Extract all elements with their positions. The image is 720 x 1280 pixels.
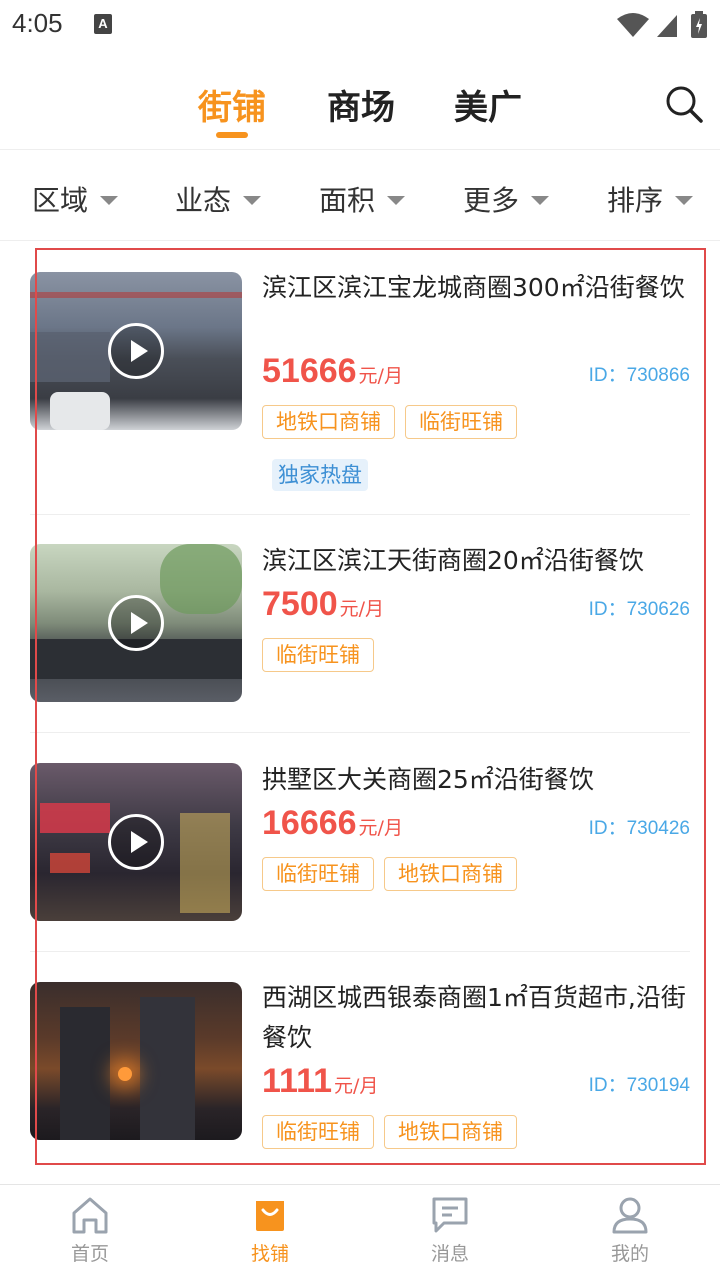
price-value: 7500 (262, 585, 338, 623)
listing-title: 拱墅区大关商圈25㎡沿街餐饮 (262, 765, 594, 794)
listing-title: 滨江区滨江宝龙城商圈300㎡沿街餐饮 (262, 273, 685, 302)
listing-card[interactable]: 滨江区滨江天街商圈20㎡沿街餐饮 7500 元/月 ID：730626 临街旺铺 (30, 544, 690, 733)
listing-card[interactable]: 滨江区滨江宝龙城商圈300㎡沿街餐饮 51666 元/月 ID：730866 地铁… (30, 272, 690, 515)
notification-icon: A (94, 14, 112, 34)
shop-bag-icon (256, 1201, 284, 1231)
bottom-nav: 首页 找铺 消息 我的 (0, 1184, 720, 1280)
signal-icon (657, 15, 677, 37)
nav-home-label: 首页 (70, 1243, 109, 1265)
profile-icon (612, 1197, 648, 1234)
listing-tags: 地铁口商铺 临街旺铺 (262, 405, 517, 439)
listing-id: ID：730426 (588, 818, 690, 839)
listing-price: 7500 元/月 (262, 585, 384, 624)
price-value: 51666 (262, 352, 357, 390)
filter-more[interactable]: 更多 (463, 179, 550, 219)
filter-sort[interactable]: 排序 (607, 179, 694, 219)
nav-messages-label: 消息 (430, 1243, 469, 1265)
filter-region[interactable]: 区域 (32, 179, 119, 219)
listing-price: 1111 元/月 (262, 1062, 378, 1101)
listing-tags: 临街旺铺 地铁口商铺 (262, 1115, 517, 1149)
filter-business-type[interactable]: 业态 (175, 179, 262, 219)
active-tab-indicator (216, 132, 248, 138)
chevron-down-icon (243, 195, 262, 205)
status-time: 4:05 (12, 8, 63, 38)
tag: 临街旺铺 (262, 857, 374, 891)
listing-video-thumbnail[interactable] (30, 272, 242, 430)
play-icon[interactable] (108, 814, 164, 870)
top-tab-bar: 街铺 商场 美广 (0, 60, 720, 150)
chevron-down-icon (675, 195, 694, 205)
wifi-icon (617, 13, 649, 37)
tag: 临街旺铺 (405, 405, 517, 439)
tab-mall[interactable]: 商场 (327, 80, 395, 129)
filter-sort-label: 排序 (607, 184, 664, 217)
exclusive-badge: 独家热盘 (272, 459, 368, 491)
tab-street-shop[interactable]: 街铺 (198, 80, 266, 129)
nav-find-shop-label: 找铺 (250, 1243, 289, 1265)
listing-title: 西湖区城西银泰商圈1㎡百货超市,沿街餐饮 (262, 983, 686, 1052)
nav-messages[interactable]: 消息 (400, 1195, 500, 1266)
listing-id: ID：730866 (588, 365, 690, 386)
price-value: 16666 (262, 804, 357, 842)
play-icon[interactable] (108, 323, 164, 379)
listing-video-thumbnail[interactable] (30, 763, 242, 921)
filter-business-type-label: 业态 (175, 184, 232, 217)
listing-image-thumbnail[interactable] (30, 982, 242, 1140)
search-icon[interactable] (664, 84, 704, 124)
price-unit: 元/月 (358, 365, 403, 387)
nav-profile[interactable]: 我的 (580, 1195, 680, 1266)
tab-advertising[interactable]: 美广 (454, 80, 522, 129)
filter-region-label: 区域 (32, 184, 89, 217)
nav-home[interactable]: 首页 (40, 1195, 140, 1266)
nav-find-shop[interactable]: 找铺 (220, 1195, 320, 1266)
filter-more-label: 更多 (463, 184, 520, 217)
listing-video-thumbnail[interactable] (30, 544, 242, 702)
listing-price: 51666 元/月 (262, 352, 403, 391)
listing-tags: 临街旺铺 (262, 638, 374, 672)
price-value: 1111 (262, 1062, 333, 1100)
filter-bar: 区域 业态 面积 更多 排序 (0, 151, 720, 241)
chevron-down-icon (100, 195, 119, 205)
tag: 地铁口商铺 (384, 857, 517, 891)
listing-id: ID：730194 (588, 1075, 690, 1096)
listing-title: 滨江区滨江天街商圈20㎡沿街餐饮 (262, 546, 644, 575)
filter-area-label: 面积 (319, 184, 376, 217)
tag: 临街旺铺 (262, 638, 374, 672)
status-bar: 4:05 A (0, 0, 720, 50)
tag: 临街旺铺 (262, 1115, 374, 1149)
listing-tags: 临街旺铺 地铁口商铺 (262, 857, 517, 891)
listing-card[interactable]: 西湖区城西银泰商圈1㎡百货超市,沿街餐饮 1111 元/月 ID：730194 临… (30, 982, 690, 1162)
home-icon (72, 1197, 108, 1234)
price-unit: 元/月 (334, 1075, 379, 1097)
listing-price: 16666 元/月 (262, 804, 403, 843)
battery-icon (691, 11, 707, 38)
price-unit: 元/月 (358, 817, 403, 839)
listing-id: ID：730626 (588, 599, 690, 620)
price-unit: 元/月 (339, 598, 385, 620)
chevron-down-icon (531, 195, 550, 205)
message-icon (432, 1197, 468, 1233)
nav-profile-label: 我的 (610, 1243, 649, 1265)
tag: 地铁口商铺 (262, 405, 395, 439)
tag: 地铁口商铺 (384, 1115, 517, 1149)
listing-card[interactable]: 拱墅区大关商圈25㎡沿街餐饮 16666 元/月 ID：730426 临街旺铺 地… (30, 763, 690, 952)
play-icon[interactable] (108, 595, 164, 651)
filter-area[interactable]: 面积 (319, 179, 406, 219)
chevron-down-icon (387, 195, 406, 205)
